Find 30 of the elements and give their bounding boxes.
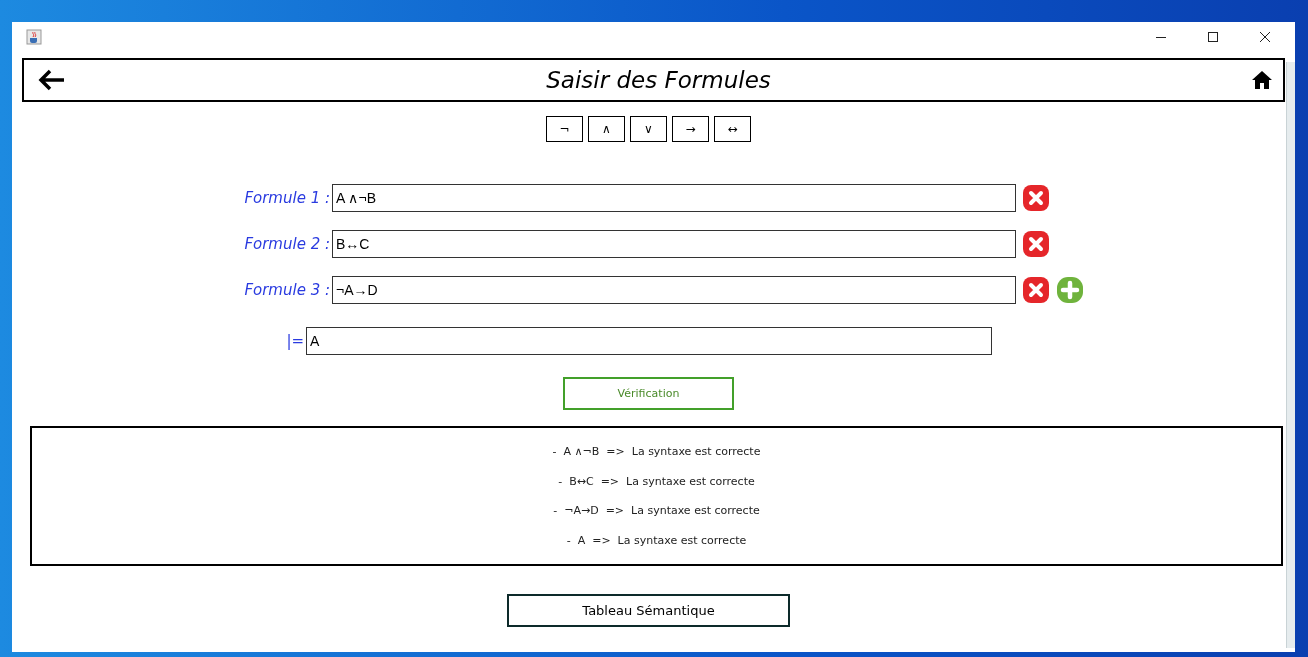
- symbol-button[interactable]: ∨: [630, 116, 667, 142]
- verification-button[interactable]: Vérification: [563, 377, 734, 410]
- delete-icon[interactable]: [1022, 230, 1050, 258]
- symbol-button[interactable]: →: [672, 116, 709, 142]
- symbol-button[interactable]: ¬: [546, 116, 583, 142]
- formula-label: Formule 1 :: [244, 189, 330, 207]
- semantic-table-button[interactable]: Tableau Sémantique: [507, 594, 790, 627]
- conclusion-label: |=: [286, 332, 304, 350]
- add-icon[interactable]: [1056, 276, 1084, 304]
- close-icon[interactable]: [1259, 31, 1271, 43]
- java-cup-icon: [26, 29, 42, 45]
- delete-icon[interactable]: [1022, 276, 1050, 304]
- formula-field[interactable]: B↔C: [332, 230, 1016, 258]
- scrollbar[interactable]: [1286, 62, 1295, 648]
- formula-field[interactable]: A ∧¬B: [332, 184, 1016, 212]
- back-arrow-icon[interactable]: [38, 69, 66, 91]
- page-title: Saisir des Formules: [546, 67, 771, 93]
- result-line: - ¬A→D => La syntaxe est correcte: [553, 504, 760, 518]
- formula-field[interactable]: ¬A→D: [332, 276, 1016, 304]
- symbol-button[interactable]: ↔: [714, 116, 751, 142]
- symbol-button[interactable]: ∧: [588, 116, 625, 142]
- conclusion-field[interactable]: A: [306, 327, 992, 355]
- formula-label: Formule 2 :: [244, 235, 330, 253]
- result-line: - A => La syntaxe est correcte: [566, 534, 747, 548]
- result-line: - A ∧¬B => La syntaxe est correcte: [552, 444, 761, 458]
- home-icon[interactable]: [1251, 70, 1273, 90]
- formula-label: Formule 3 :: [244, 281, 330, 299]
- delete-icon[interactable]: [1022, 184, 1050, 212]
- maximize-icon[interactable]: [1207, 31, 1219, 43]
- result-line: - B↔C => La syntaxe est correcte: [558, 474, 755, 488]
